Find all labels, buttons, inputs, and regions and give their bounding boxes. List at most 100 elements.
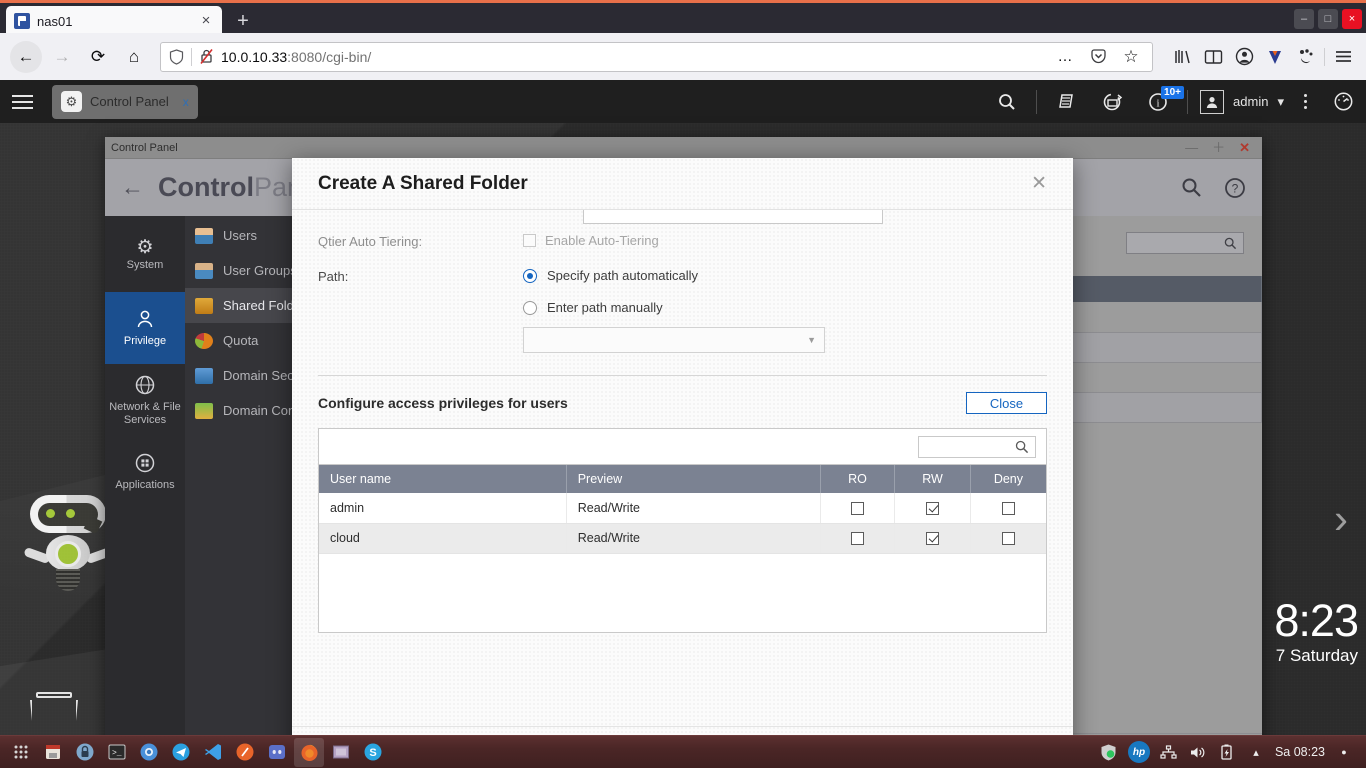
show-applications-icon[interactable] bbox=[6, 738, 36, 767]
app-tab-close-icon[interactable]: x bbox=[183, 95, 189, 109]
path-control: Specify path automatically Enter path ma… bbox=[523, 267, 1047, 354]
deny-checkbox[interactable] bbox=[1001, 532, 1015, 546]
back-button[interactable]: ← bbox=[10, 40, 42, 73]
gnome-icon[interactable] bbox=[1293, 44, 1319, 70]
close-button[interactable]: Close bbox=[966, 392, 1047, 415]
cell-ro[interactable] bbox=[820, 493, 896, 524]
close-icon[interactable]: ✕ bbox=[1239, 141, 1250, 154]
cell-deny[interactable] bbox=[970, 493, 1046, 524]
url-bar[interactable]: 10.0.10.33:8080/cgi-bin/ … ☆ bbox=[160, 41, 1153, 72]
table-row[interactable]: cloud Read/Write bbox=[319, 523, 1046, 554]
maximize-icon[interactable]: ＋ bbox=[1212, 141, 1225, 154]
ro-checkbox[interactable] bbox=[850, 532, 864, 546]
privileges-section-title: Configure access privileges for users bbox=[318, 395, 568, 412]
firefox-dev-icon[interactable] bbox=[230, 738, 260, 767]
cell-deny[interactable] bbox=[970, 523, 1046, 554]
cell-rw[interactable] bbox=[894, 493, 971, 524]
url-port: :8080 bbox=[287, 48, 323, 65]
broken-lock-icon[interactable] bbox=[199, 48, 214, 65]
path-select[interactable]: ▼ bbox=[523, 327, 825, 354]
sidebar-item-label: Network & File Services bbox=[109, 400, 181, 426]
new-tab-button[interactable]: + bbox=[230, 9, 256, 35]
path-option-manual[interactable]: Enter path manually bbox=[523, 299, 1047, 315]
menu-icon[interactable] bbox=[1330, 44, 1356, 70]
library-icon[interactable] bbox=[1169, 44, 1195, 70]
privileges-search-input[interactable] bbox=[918, 436, 1036, 459]
cell-rw[interactable] bbox=[894, 523, 971, 554]
telegram-icon[interactable] bbox=[166, 738, 196, 767]
radio-enter-path-manually[interactable] bbox=[523, 300, 537, 315]
discord-icon[interactable] bbox=[262, 738, 292, 767]
back-icon[interactable]: ← bbox=[121, 174, 144, 201]
network-icon[interactable] bbox=[1159, 742, 1179, 762]
sidebar-icon[interactable] bbox=[1200, 44, 1226, 70]
divider bbox=[1187, 89, 1189, 114]
dashboard-icon[interactable] bbox=[1320, 80, 1366, 123]
vuze-icon[interactable] bbox=[1262, 44, 1288, 70]
sidebar-item-network-file-services[interactable]: Network & File Services bbox=[105, 364, 185, 436]
privileges-search-row bbox=[319, 429, 1046, 466]
skype-icon[interactable]: S bbox=[358, 738, 388, 767]
qboat-mascot-icon bbox=[22, 495, 114, 613]
chevron-up-icon[interactable]: ▴ bbox=[1246, 742, 1266, 762]
tray-clock[interactable]: Sa 08:23 bbox=[1275, 745, 1325, 759]
minimize-icon[interactable]: – bbox=[1294, 9, 1314, 29]
url-text[interactable]: 10.0.10.33:8080/cgi-bin/ bbox=[221, 49, 1045, 65]
page-actions-icon[interactable]: … bbox=[1052, 44, 1078, 70]
taskbar-app-control-panel[interactable]: ⚙ Control Panel x bbox=[52, 84, 198, 119]
virt-manager-icon[interactable] bbox=[326, 738, 356, 767]
kebab-icon[interactable] bbox=[1290, 80, 1320, 123]
search-icon[interactable] bbox=[1181, 177, 1202, 198]
desktop-next-page-arrow[interactable]: › bbox=[1334, 495, 1348, 543]
files-icon[interactable] bbox=[38, 738, 68, 767]
window-controls: — ＋ ✕ bbox=[1185, 141, 1256, 154]
external-device-icon[interactable] bbox=[1089, 80, 1135, 123]
hp-icon[interactable]: hp bbox=[1127, 741, 1150, 763]
search-icon[interactable] bbox=[984, 80, 1030, 123]
search-input[interactable] bbox=[1126, 232, 1244, 254]
security-shield-icon[interactable] bbox=[1099, 742, 1119, 762]
pocket-icon[interactable] bbox=[1085, 44, 1111, 70]
chromium-icon[interactable] bbox=[134, 738, 164, 767]
volume-icon[interactable] bbox=[1188, 742, 1208, 762]
forward-button[interactable]: → bbox=[46, 41, 78, 73]
shield-icon[interactable] bbox=[169, 48, 184, 65]
sidebar-item-system[interactable]: ⚙ System bbox=[105, 220, 185, 292]
rw-checkbox[interactable] bbox=[926, 501, 940, 515]
sidebar-item-applications[interactable]: Applications bbox=[105, 436, 185, 508]
vscode-icon[interactable] bbox=[198, 738, 228, 767]
column-header-user-name: User name bbox=[319, 465, 567, 494]
reload-button[interactable]: ⟳ bbox=[82, 41, 114, 73]
hamburger-icon[interactable] bbox=[0, 80, 44, 123]
notification-icon[interactable]: i 10+ bbox=[1135, 80, 1185, 123]
table-row[interactable]: admin Read/Write bbox=[319, 493, 1046, 524]
browser-tab[interactable]: nas01 × bbox=[6, 6, 222, 36]
account-icon[interactable] bbox=[1231, 44, 1257, 70]
close-icon[interactable]: × bbox=[1342, 9, 1362, 29]
minimize-icon[interactable]: — bbox=[1185, 141, 1198, 154]
rw-checkbox[interactable] bbox=[926, 532, 940, 546]
keepassxc-icon[interactable] bbox=[70, 738, 100, 767]
folder-name-input[interactable] bbox=[583, 210, 883, 224]
user-menu[interactable]: admin ▾ bbox=[1194, 89, 1290, 114]
close-icon[interactable]: × bbox=[198, 13, 214, 29]
path-option-auto[interactable]: Specify path automatically bbox=[523, 267, 1047, 283]
close-icon[interactable]: ✕ bbox=[1031, 174, 1047, 193]
background-tasks-icon[interactable] bbox=[1043, 80, 1089, 123]
enable-auto-tiering-checkbox[interactable] bbox=[523, 234, 536, 248]
bookmark-star-icon[interactable]: ☆ bbox=[1118, 44, 1144, 70]
maximize-icon[interactable]: □ bbox=[1318, 9, 1338, 29]
battery-charging-icon[interactable] bbox=[1217, 742, 1237, 762]
terminal-icon[interactable]: >_ bbox=[102, 738, 132, 767]
home-button[interactable]: ⌂ bbox=[118, 41, 150, 73]
deny-checkbox[interactable] bbox=[1001, 501, 1015, 515]
cell-ro[interactable] bbox=[820, 523, 896, 554]
divider bbox=[1036, 89, 1038, 114]
help-icon[interactable]: ? bbox=[1224, 177, 1246, 199]
radio-specify-path-automatically[interactable] bbox=[523, 268, 537, 283]
power-icon[interactable]: ● bbox=[1334, 742, 1354, 762]
firefox-icon[interactable] bbox=[294, 737, 324, 767]
ro-checkbox[interactable] bbox=[850, 501, 864, 515]
sidebar-item-privilege[interactable]: Privilege bbox=[105, 292, 185, 364]
control-panel-titlebar[interactable]: Control Panel — ＋ ✕ bbox=[105, 137, 1262, 159]
